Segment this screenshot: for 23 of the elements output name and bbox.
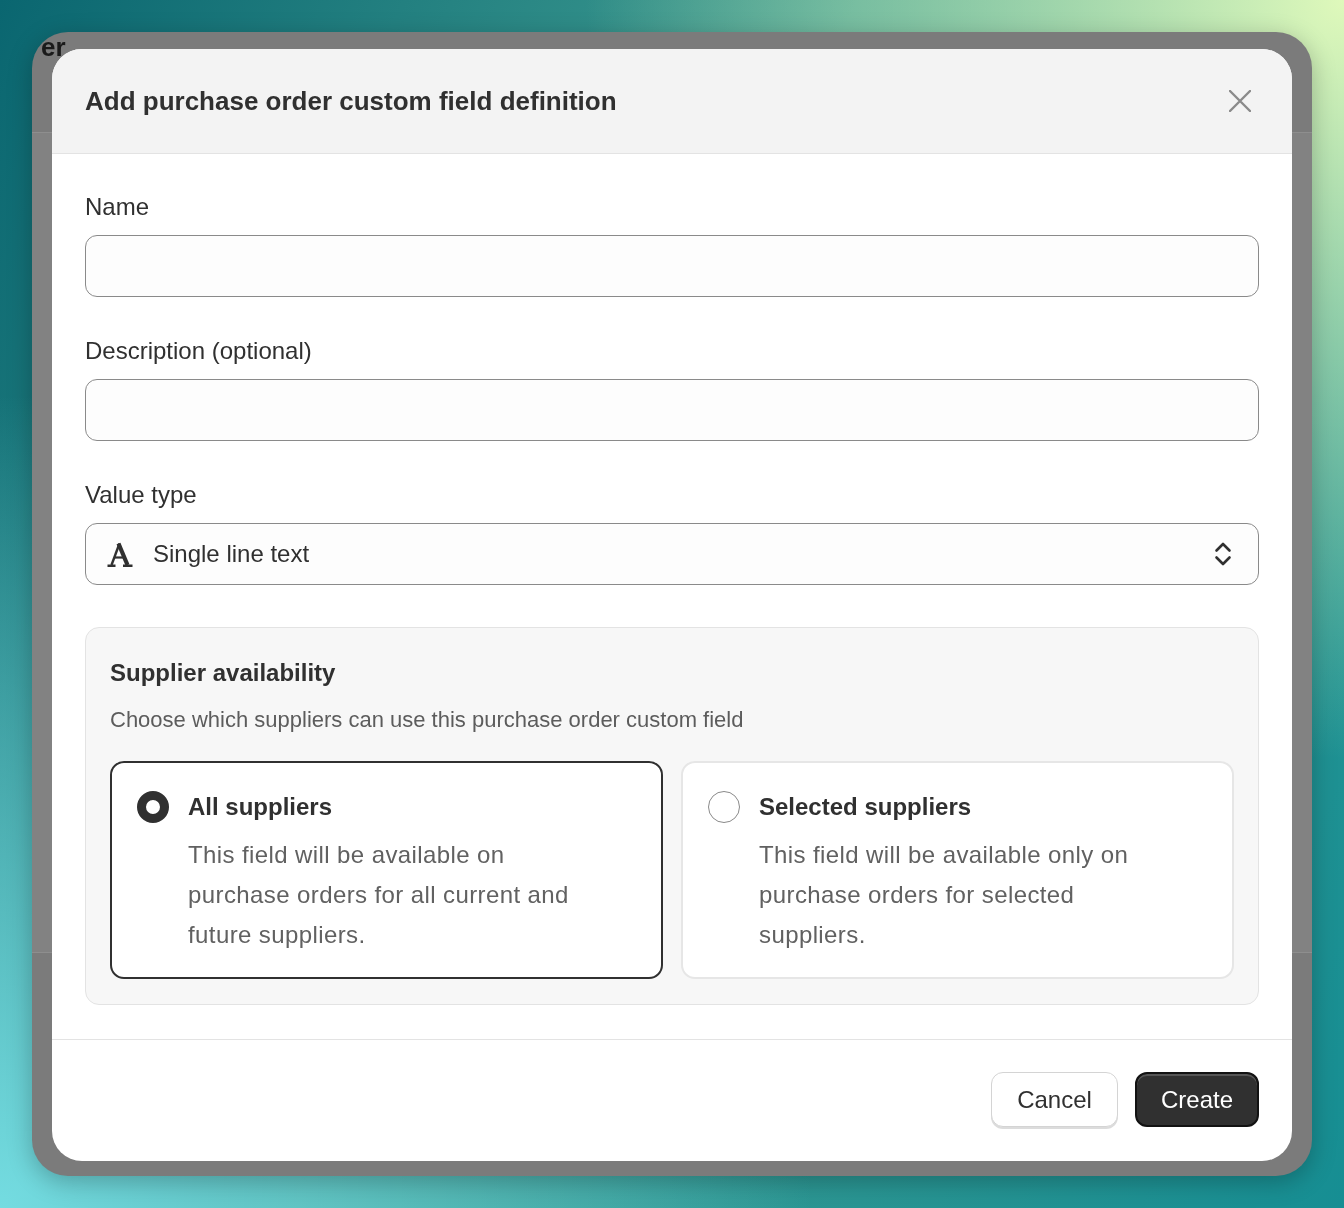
text-input-field[interactable] <box>85 379 1259 441</box>
chevron-up-down-icon <box>1214 541 1232 567</box>
field-label: Description (optional) <box>85 336 313 366</box>
option-description: This field will be available only on purchase orders for selected suppliers. <box>759 840 1130 950</box>
create-button[interactable]: Create <box>1135 1072 1259 1127</box>
option-title: All suppliers <box>188 792 334 822</box>
option-description: This field will be available on purchase orders for all current and future suppliers. <box>188 840 570 950</box>
field-label: Value type <box>85 480 198 510</box>
text-input-field[interactable] <box>85 235 1259 297</box>
section-description: Choose which suppliers can use this purchase order custom field <box>110 706 745 734</box>
option-title: Selected suppliers <box>759 792 973 822</box>
radio-option-card[interactable]: All suppliers This field will be available on purchase orders for all current and future suppliers. <box>110 761 663 979</box>
serif-letter-icon <box>107 541 133 567</box>
field-label: Name <box>85 192 151 222</box>
close-icon <box>1229 90 1251 112</box>
dialog-title: Add purchase order custom field definition <box>85 84 617 118</box>
page-title: er <box>41 38 66 56</box>
radio-option-card[interactable]: Selected suppliers This field will be available only on purchase orders for selected suppliers. <box>681 761 1234 979</box>
cancel-button[interactable]: Cancel <box>991 1072 1118 1127</box>
value-type-select[interactable]: Single line text <box>85 523 1259 585</box>
radio-button[interactable] <box>708 791 740 823</box>
section-title: Supplier availability <box>110 658 337 688</box>
radio-button[interactable] <box>137 791 169 823</box>
